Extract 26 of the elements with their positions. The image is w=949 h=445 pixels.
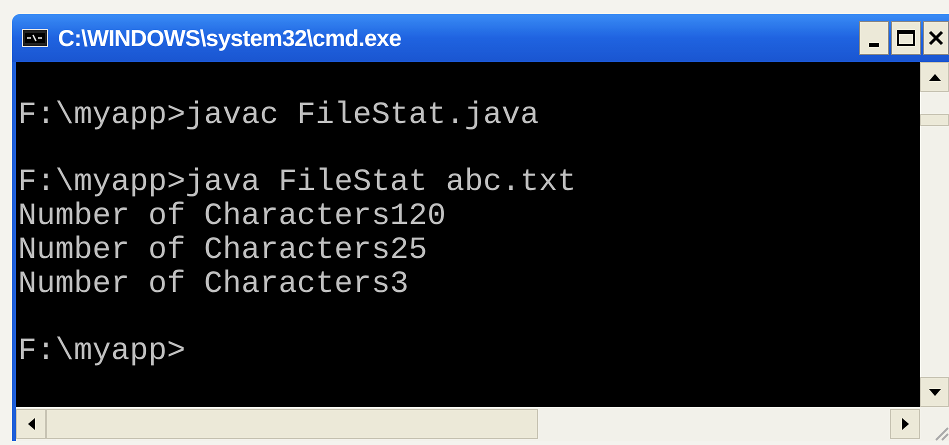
minimize-icon [869,43,879,47]
horizontal-scrollbar[interactable] [16,407,920,441]
up-arrow-icon [928,74,940,80]
maximize-icon [897,30,915,46]
scroll-thumb[interactable] [920,114,949,126]
console-line: Number of Characters120 [18,200,446,234]
maximize-button[interactable] [891,21,921,55]
console-line: F:\myapp>javac FileStat.java [18,99,539,133]
scroll-left-button[interactable] [16,409,46,439]
console-line: Number of Characters25 [18,234,428,268]
minimize-button[interactable] [859,21,889,55]
close-button[interactable] [923,21,949,55]
vertical-scrollbar[interactable] [920,62,949,407]
window-title: C:\WINDOWS\system32\cmd.exe [58,24,402,53]
scroll-down-button[interactable] [920,377,949,407]
console-line: F:\myapp> [18,335,186,369]
console-line: Number of Characters3 [18,268,409,302]
right-arrow-icon [902,418,908,430]
console-line: F:\myapp>java FileStat abc.txt [18,166,576,200]
scroll-up-button[interactable] [920,62,949,92]
down-arrow-icon [928,388,940,396]
left-arrow-icon [28,418,34,430]
horizontal-scroll-thumb[interactable] [46,409,538,439]
close-icon [928,30,944,46]
console-app-icon [22,29,48,47]
scroll-right-button[interactable] [890,409,920,439]
